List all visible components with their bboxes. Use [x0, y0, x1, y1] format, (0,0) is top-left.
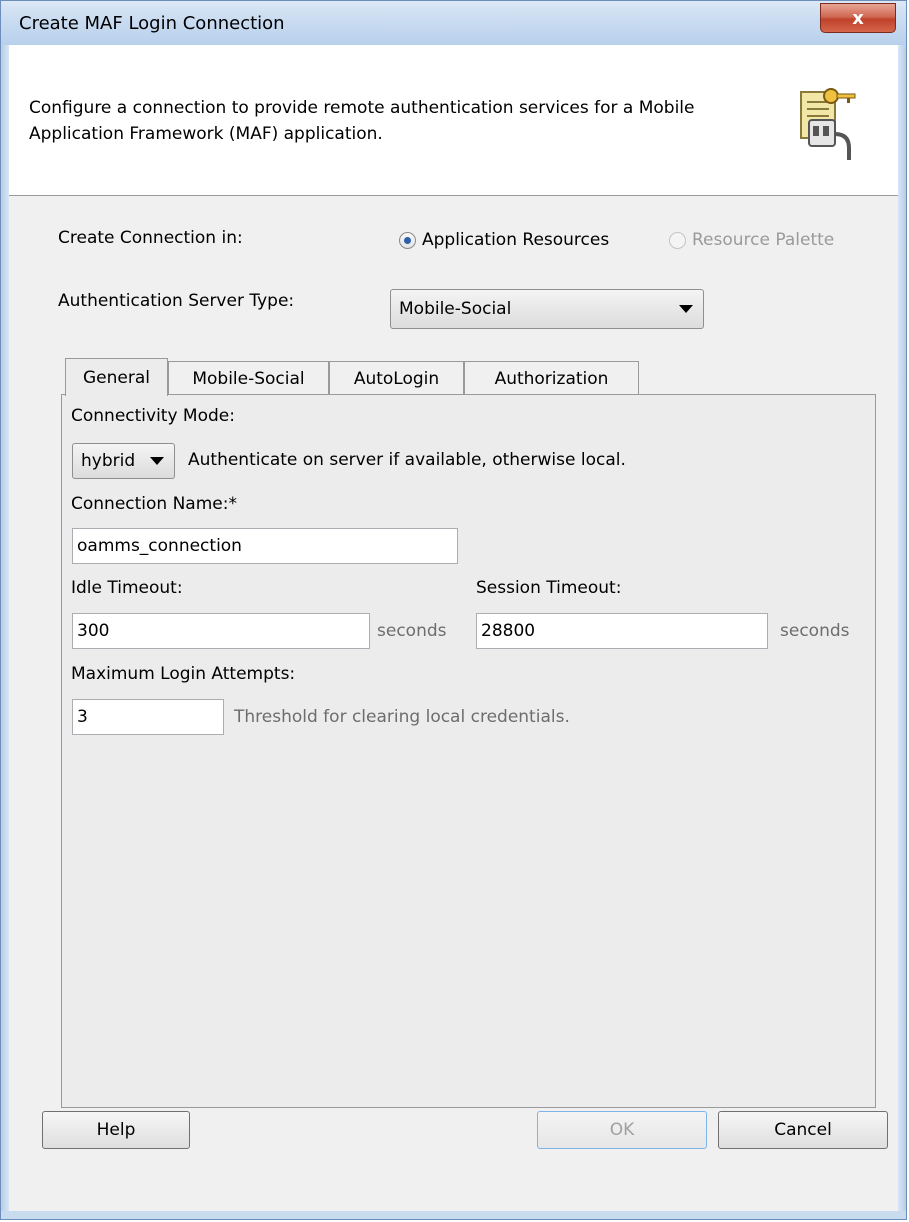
tab-autologin[interactable]: AutoLogin	[329, 361, 464, 395]
window-frame-bottom	[1, 1211, 906, 1219]
help-button[interactable]: Help	[42, 1111, 190, 1149]
cancel-button[interactable]: Cancel	[718, 1111, 888, 1149]
header-description: Configure a connection to provide remote…	[29, 98, 695, 144]
radio-application-resources-label: Application Resources	[422, 230, 610, 250]
close-icon: x	[852, 7, 864, 29]
tab-authorization-label: Authorization	[494, 368, 609, 389]
window-frame-left	[1, 45, 9, 1219]
server-type-label: Authentication Server Type:	[58, 291, 295, 311]
idle-timeout-value: 300	[77, 621, 110, 641]
max-login-attempts-label: Maximum Login Attempts:	[71, 664, 296, 684]
radio-unselected-indicator	[669, 231, 686, 249]
chevron-down-icon	[679, 305, 693, 313]
radio-resource-palette-label: Resource Palette	[692, 230, 835, 250]
ok-button[interactable]: OK	[537, 1111, 707, 1149]
connectivity-mode-value: hybrid	[81, 451, 136, 471]
connection-name-label: Connection Name:*	[71, 494, 237, 514]
session-timeout-label: Session Timeout:	[476, 578, 622, 598]
idle-timeout-input[interactable]: 300	[72, 613, 370, 649]
connection-key-icon	[800, 88, 856, 160]
title-bar[interactable]: Create MAF Login Connection x	[1, 1, 906, 45]
connectivity-mode-dropdown[interactable]: hybrid	[72, 443, 175, 479]
tab-authorization[interactable]: Authorization	[464, 361, 639, 395]
connection-name-value: oamms_connection	[77, 536, 242, 556]
session-timeout-unit: seconds	[780, 621, 850, 641]
tab-general[interactable]: General	[65, 358, 168, 396]
idle-timeout-label: Idle Timeout:	[71, 578, 183, 598]
window-frame-right	[898, 45, 906, 1219]
connectivity-mode-hint: Authenticate on server if available, oth…	[188, 450, 626, 470]
cancel-button-label: Cancel	[774, 1120, 832, 1140]
server-type-value: Mobile-Social	[399, 299, 512, 319]
radio-application-resources[interactable]: Application Resources	[399, 230, 609, 250]
session-timeout-input[interactable]: 28800	[476, 613, 768, 649]
dialog-window: Create MAF Login Connection x Configure …	[0, 0, 907, 1220]
chevron-down-icon	[150, 457, 164, 465]
create-connection-label: Create Connection in:	[58, 228, 243, 248]
help-button-label: Help	[96, 1120, 136, 1140]
server-type-dropdown[interactable]: Mobile-Social	[390, 289, 704, 329]
tab-autologin-label: AutoLogin	[353, 368, 440, 389]
close-button[interactable]: x	[820, 3, 896, 33]
tab-general-label: General	[83, 367, 150, 388]
idle-timeout-unit: seconds	[377, 621, 447, 641]
connection-name-input[interactable]: oamms_connection	[72, 528, 458, 564]
tab-mobile-social[interactable]: Mobile-Social	[168, 361, 329, 395]
radio-selected-indicator	[399, 231, 416, 249]
dialog-header: Configure a connection to provide remote…	[9, 45, 898, 196]
ok-button-label: OK	[609, 1120, 635, 1140]
radio-resource-palette[interactable]: Resource Palette	[669, 230, 834, 250]
max-login-attempts-hint: Threshold for clearing local credentials…	[234, 707, 570, 727]
connectivity-mode-label: Connectivity Mode:	[71, 406, 235, 426]
general-tab-panel: Connectivity Mode: hybrid Authenticate o…	[61, 394, 876, 1108]
session-timeout-value: 28800	[481, 621, 536, 641]
tab-mobile-social-label: Mobile-Social	[192, 368, 305, 389]
max-login-attempts-input[interactable]: 3	[72, 699, 224, 735]
max-login-attempts-value: 3	[77, 707, 88, 727]
dialog-content: Configure a connection to provide remote…	[9, 45, 898, 1211]
window-title: Create MAF Login Connection	[19, 13, 285, 34]
